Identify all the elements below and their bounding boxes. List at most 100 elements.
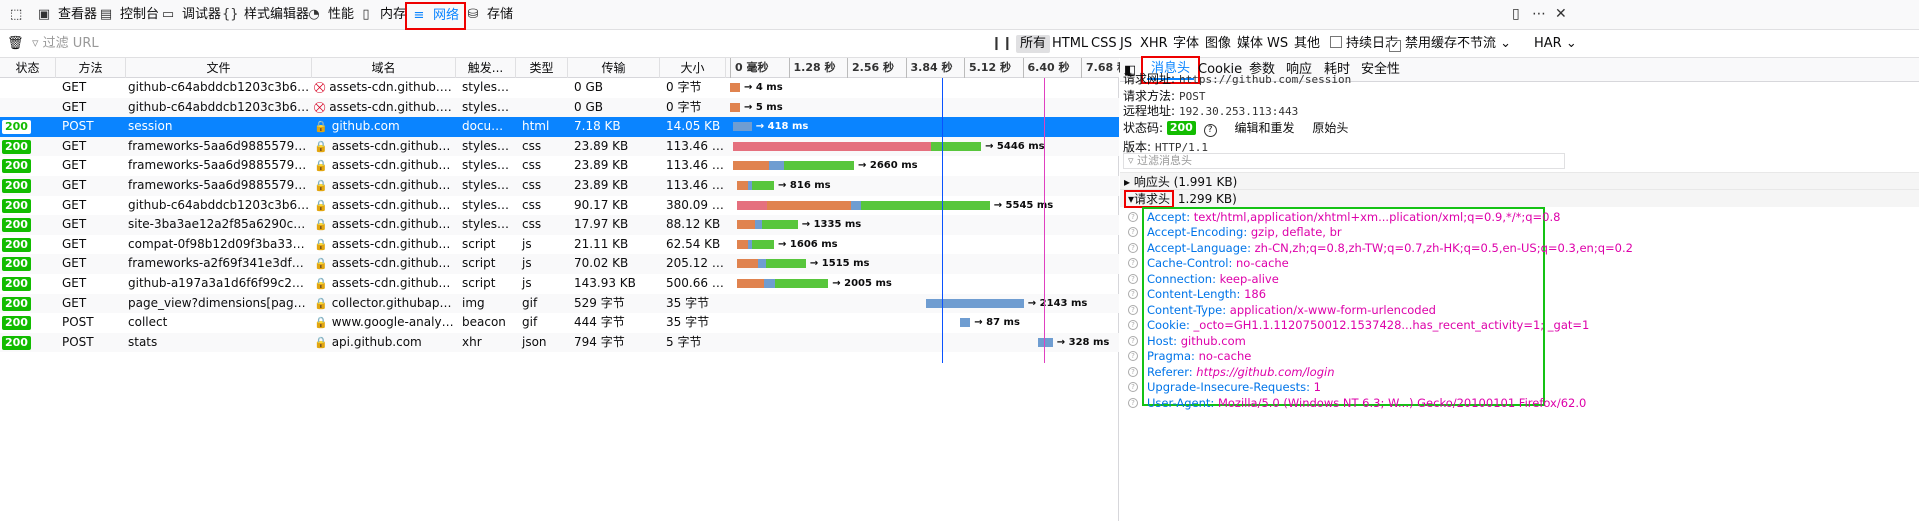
request-header-row: Content-Length: 186 (1147, 287, 1266, 303)
filter-type-images[interactable]: 图像 (1205, 35, 1231, 53)
help-icon[interactable]: ? (1128, 242, 1138, 253)
cell-type: css (522, 197, 542, 212)
table-row[interactable]: GET github-c64abddcb1203c3b66f27f8d8... ⛒a… (0, 78, 1119, 98)
cell-file: session (128, 119, 173, 134)
table-row[interactable]: 200 GET github-a197a3a1d6f6f99c256c47def5.… (0, 274, 1119, 294)
header-value[interactable]: no-cache (1232, 256, 1289, 270)
column-cause[interactable]: 触发... (456, 58, 516, 78)
cell-transferred: 794 字节 (574, 334, 625, 349)
filter-type-css[interactable]: CSS (1091, 35, 1117, 53)
raw-headers-button[interactable]: 原始头 (1312, 121, 1348, 135)
help-icon[interactable]: ? (1128, 227, 1138, 237)
storage-icon: ⛁ (467, 7, 479, 22)
table-row[interactable]: 200 GET site-3ba3ae12a2f85a6290c97a963107.… (0, 215, 1119, 235)
har-menu[interactable]: HAR ⌄ (1534, 35, 1577, 53)
timing-label: → 418 ms (755, 121, 809, 133)
help-icon[interactable]: ? (1128, 304, 1138, 315)
column-method[interactable]: 方法 (56, 58, 126, 78)
table-row[interactable]: 200 POST session 🔒github.com document html 7.1… (0, 117, 1119, 137)
filter-type-other[interactable]: 其他 (1294, 35, 1320, 53)
pause-icon[interactable]: ❙❙ (991, 35, 1013, 53)
filter-url-input[interactable]: ▿ 过滤 URL (32, 35, 932, 53)
waterfall-bar (1037, 337, 1053, 347)
help-icon[interactable]: ? (1128, 258, 1138, 268)
throttling-select[interactable]: 不节流 ⌄ (1457, 35, 1511, 53)
tab-inspector[interactable]: ▣ 查看器 (36, 4, 97, 26)
cell-method: GET (62, 197, 87, 212)
response-headers-section[interactable]: ▸ 响应头 (1.991 KB) (1120, 172, 1919, 190)
disable-cache-checkbox[interactable]: ✓ 禁用缓存 (1389, 35, 1457, 53)
request-headers-section[interactable]: ▾请求头 1.299 KB) (1120, 189, 1919, 208)
close-icon[interactable]: ✕ (1555, 6, 1567, 22)
cell-transferred: 143.93 KB (574, 276, 636, 290)
performance-icon: ◔ (308, 7, 320, 22)
help-icon[interactable]: ? (1128, 320, 1138, 330)
filter-type-all[interactable]: 所有 (1016, 35, 1051, 53)
help-icon[interactable]: ? (1203, 124, 1217, 137)
header-value[interactable]: 1 (1310, 380, 1321, 394)
table-row[interactable]: 200 GET frameworks-5aa6d9885579bb2359f6...… (0, 136, 1119, 157)
tab-console[interactable]: ▤ 控制台 (98, 4, 159, 26)
header-value[interactable]: application/x-www-form-urlencoded (1226, 303, 1436, 317)
timing-label: → 1515 ms (809, 258, 870, 270)
table-row[interactable]: 200 POST stats 🔒 api.github.com xhr json 794 字节… (0, 332, 1119, 353)
column-type[interactable]: 类型 (516, 58, 568, 78)
dock-icon[interactable]: ▯ (1512, 6, 1520, 22)
table-row[interactable]: 200 GET compat-0f98b12d09f3ba331eef956a...… (0, 235, 1119, 255)
table-row[interactable]: 200 POST collect 🔒www.google-analytics.co..… (0, 313, 1119, 333)
help-icon[interactable]: ? (1128, 273, 1138, 284)
filter-type-ws[interactable]: WS (1267, 35, 1288, 53)
column-size[interactable]: 大小 (660, 58, 726, 78)
help-icon[interactable]: ? (1128, 211, 1138, 222)
filter-type-media[interactable]: 媒体 (1237, 35, 1263, 53)
tab-security[interactable]: 安全性 (1361, 61, 1400, 79)
trash-icon[interactable]: 🗑 (7, 35, 24, 53)
help-icon[interactable]: ? (1128, 351, 1138, 361)
filter-type-fonts[interactable]: 字体 (1173, 35, 1199, 53)
help-icon[interactable]: ? (1128, 397, 1138, 408)
column-transferred[interactable]: 传输 (568, 58, 660, 78)
help-icon[interactable]: ? (1128, 335, 1138, 346)
help-icon[interactable]: ? (1128, 366, 1138, 377)
tab-network[interactable]: ≡ 网络 (405, 2, 467, 30)
cell-size: 113.46 KB (666, 178, 724, 192)
column-domain[interactable]: 域名 (312, 58, 456, 78)
filter-type-html[interactable]: HTML (1052, 35, 1088, 53)
table-row[interactable]: 200 GET frameworks-a2f69f341e3df821fdcb56.… (0, 254, 1119, 274)
header-value[interactable]: zh-CN,zh;q=0.8,zh-TW;q=0.7,zh-HK;q=0.5,e… (1251, 241, 1633, 255)
filter-type-js[interactable]: JS (1120, 35, 1132, 53)
header-value[interactable]: text/html,application/xhtml+xm...plicati… (1190, 210, 1561, 224)
header-value[interactable]: 186 (1240, 287, 1266, 301)
header-value[interactable]: no-cache (1195, 349, 1252, 363)
header-value[interactable]: keep-alive (1216, 272, 1279, 286)
edit-resend-button[interactable]: 编辑和重发 (1235, 121, 1295, 135)
help-icon[interactable]: ? (1128, 382, 1138, 392)
persist-log-checkbox[interactable]: 持续日志 (1330, 35, 1398, 53)
tab-debugger[interactable]: ▭ 调试器 (160, 4, 221, 26)
table-row[interactable]: 200 GET page_view?dimensions[page]=https:/… (0, 293, 1119, 314)
request-headers-toggle[interactable]: ▾请求头 (1124, 190, 1175, 208)
header-value[interactable]: _octo=GH1.1.1120750012.1537428...has_rec… (1190, 318, 1590, 332)
more-options-icon[interactable]: ⋯ (1532, 6, 1546, 22)
header-value[interactable]: https://github.com/login (1193, 365, 1334, 379)
tab-storage[interactable]: ⛁ 存储 (465, 4, 513, 26)
table-row[interactable]: 200 GET frameworks-5aa6d9885579bb2359f6...… (0, 176, 1119, 196)
filter-headers-input[interactable]: ▿ 过滤消息头 (1123, 153, 1565, 169)
tab-memory[interactable]: ▯ 内存 (358, 4, 406, 26)
cell-file: github-c64abddcb1203c3b66f27f8d8... (128, 197, 310, 212)
tab-style-editor[interactable]: {} 样式编辑器 (222, 4, 309, 26)
table-row[interactable]: 200 GET frameworks-5aa6d9885579bb2359f6...… (0, 156, 1119, 176)
cell-type: gif (522, 295, 538, 310)
header-value[interactable]: github.com (1177, 334, 1246, 348)
header-value[interactable]: Mozilla/5.0 (Windows NT 6.3; W...) Gecko… (1214, 396, 1586, 410)
table-row[interactable]: GET github-c64abddcb1203c3b66f27f8d8... ⛒a… (0, 97, 1119, 118)
help-icon[interactable]: ? (1128, 289, 1138, 299)
tab-performance[interactable]: ◔ 性能 (306, 4, 354, 26)
column-file[interactable]: 文件 (126, 58, 312, 78)
table-row[interactable]: 200 GET github-c64abddcb1203c3b66f27f8d8..… (0, 196, 1119, 216)
status-badge: 200 (2, 335, 31, 350)
header-value[interactable]: gzip, deflate, br (1247, 225, 1342, 239)
filter-type-xhr[interactable]: XHR (1140, 35, 1168, 53)
column-status[interactable]: 状态 (0, 58, 56, 78)
pick-element-icon[interactable]: ⬚ (10, 4, 22, 26)
